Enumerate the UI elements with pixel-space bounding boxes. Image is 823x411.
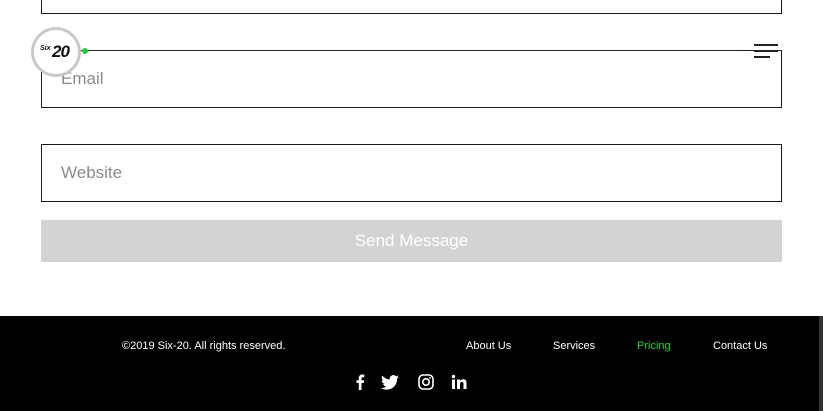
facebook-icon[interactable] <box>351 373 369 391</box>
logo[interactable]: Six 20 <box>31 27 81 77</box>
footer: ©2019 Six-20. All rights reserved. About… <box>0 316 823 411</box>
twitter-icon[interactable] <box>381 373 399 391</box>
copyright-text: ©2019 Six-20. All rights reserved. <box>122 340 286 352</box>
instagram-icon[interactable] <box>417 373 435 391</box>
footer-link-about-us[interactable]: About Us <box>466 340 511 352</box>
website-field[interactable] <box>41 144 782 202</box>
message-field[interactable] <box>41 0 782 14</box>
footer-link-pricing[interactable]: Pricing <box>637 340 671 352</box>
logo-prefix: Six <box>40 45 51 52</box>
footer-link-services[interactable]: Services <box>553 340 595 352</box>
logo-accent-dot <box>82 48 88 54</box>
scrollbar[interactable] <box>819 316 823 411</box>
logo-number: 20 <box>52 42 70 61</box>
header-divider <box>88 50 742 51</box>
send-message-button[interactable]: Send Message <box>41 220 782 262</box>
footer-link-contact-us[interactable]: Contact Us <box>713 340 767 352</box>
hamburger-menu-icon[interactable] <box>754 44 780 60</box>
email-field[interactable] <box>41 50 782 108</box>
linkedin-icon[interactable] <box>450 373 468 391</box>
